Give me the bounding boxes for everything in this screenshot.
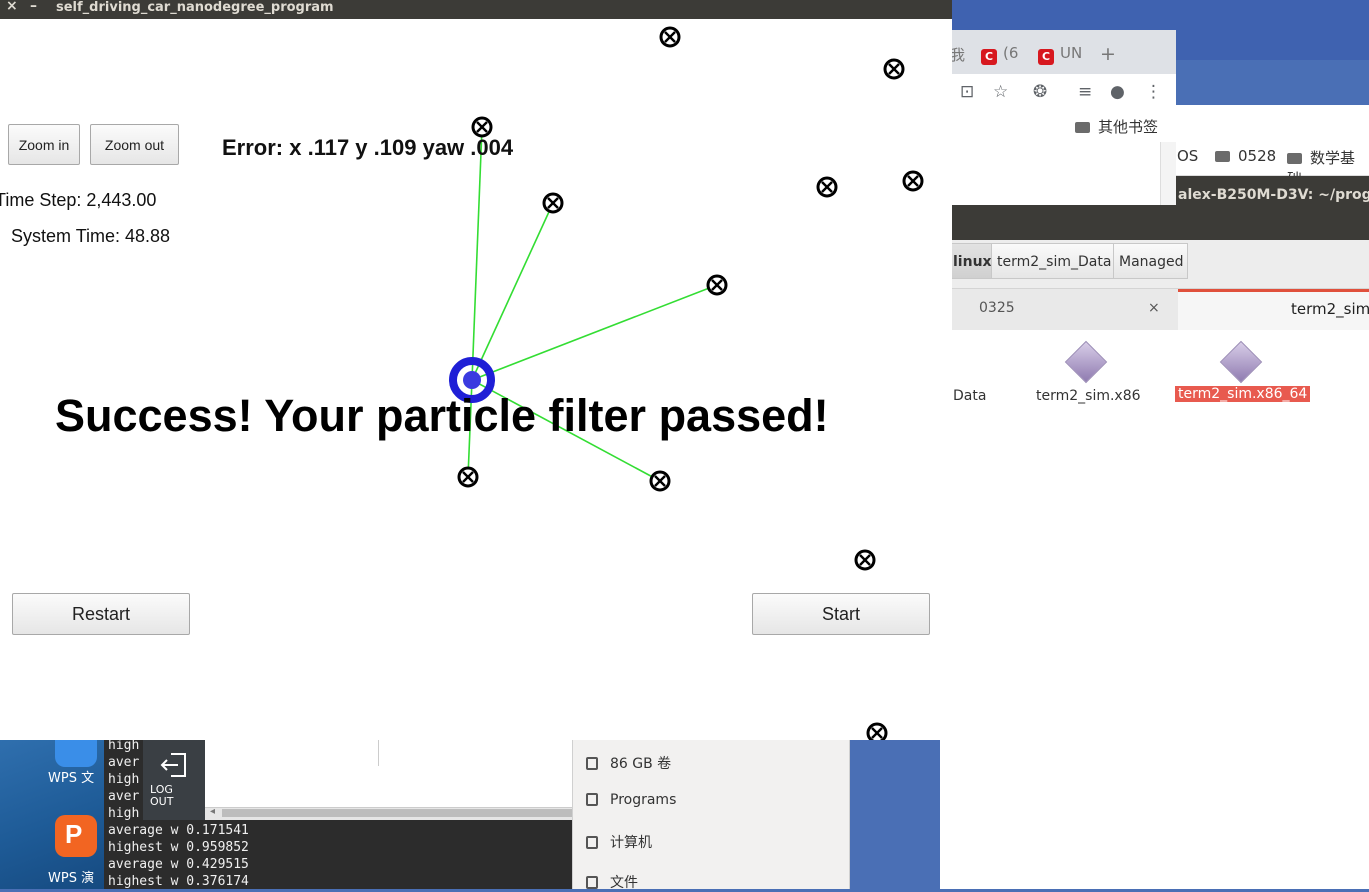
restart-button[interactable]: Restart xyxy=(12,593,190,635)
file-item-term2-sim-x86[interactable]: term2_sim.x86 xyxy=(1036,388,1141,404)
landmark-marker xyxy=(854,549,876,571)
disk-icon xyxy=(586,836,598,849)
time-step-readout: Time Step: 2,443.00 xyxy=(0,190,157,210)
file-item-data[interactable]: Data xyxy=(953,388,986,404)
folder-icon xyxy=(1075,122,1090,133)
disk-icon xyxy=(586,793,598,806)
system-time-readout: System Time: 48.88 xyxy=(11,226,171,246)
landmark-marker xyxy=(866,722,888,740)
translate-icon[interactable]: ⊡ xyxy=(960,82,974,102)
tab-0325[interactable]: 0325 xyxy=(979,300,1015,316)
chrome-scrollbar[interactable] xyxy=(1160,142,1177,210)
chrome-tab-2[interactable]: C (6 xyxy=(981,44,1018,70)
terminal-line: high xyxy=(108,806,140,821)
path-button-managed[interactable]: Managed xyxy=(1113,243,1188,279)
browser2-toolbar xyxy=(1176,105,1369,137)
bookmark-other[interactable]: 其他书签 xyxy=(1075,116,1158,137)
path-button-term2-sim-data[interactable]: term2_sim_Data xyxy=(991,243,1114,279)
disk-icon xyxy=(586,757,598,770)
wps-presentation-icon[interactable]: P xyxy=(55,815,97,857)
zoom-out-button[interactable]: Zoom out xyxy=(90,124,179,165)
landmark-marker xyxy=(542,192,564,214)
landmark-marker xyxy=(471,116,493,138)
folder-icon xyxy=(1215,151,1230,162)
terminal-line: highest w 0.376174 xyxy=(108,874,249,889)
file-item-term2-sim-x86-64[interactable]: term2_sim.x86_64 xyxy=(1175,386,1311,402)
zoom-in-button[interactable]: Zoom in xyxy=(8,124,80,165)
file-view xyxy=(940,330,1369,889)
success-message: Success! Your particle filter passed! xyxy=(55,390,829,441)
terminal-line: aver xyxy=(108,789,140,804)
chrome-page-content xyxy=(940,142,1176,210)
star-icon[interactable]: ☆ xyxy=(993,82,1008,102)
landmark-marker xyxy=(659,26,681,48)
extension-icon[interactable]: ❂ xyxy=(1033,82,1047,102)
tab-term2-sim-label: term2_sim_ xyxy=(1291,300,1369,318)
bookmark-os[interactable]: OS xyxy=(1177,147,1198,165)
scroll-left-icon[interactable]: ◂ xyxy=(210,806,215,817)
landmark-marker xyxy=(816,176,838,198)
terminal-line: average w 0.429515 xyxy=(108,857,249,872)
divider xyxy=(378,740,379,766)
csdn-icon: C xyxy=(981,49,997,65)
wps-writer-label: WPS 文 xyxy=(48,771,95,786)
scrollbar-thumb[interactable] xyxy=(222,809,572,817)
chrome-toolbar xyxy=(940,74,1176,110)
place-files[interactable]: 文件 xyxy=(586,872,638,892)
terminal-line: average w 0.171541 xyxy=(108,823,249,838)
menu-icon[interactable]: ⋮ xyxy=(1145,82,1162,102)
error-readout: Error: x .117 y .109 yaw .004 xyxy=(222,135,514,160)
terminal-line: high xyxy=(108,772,140,787)
observation-line xyxy=(471,126,483,381)
disk-icon xyxy=(586,876,598,889)
reading-list-icon[interactable]: ≡ xyxy=(1078,82,1092,102)
chrome-tab-3[interactable]: C UN xyxy=(1038,44,1082,70)
logout-label: LOG OUT xyxy=(150,783,174,808)
place-computer[interactable]: 计算机 xyxy=(586,832,652,852)
landmark-marker xyxy=(883,58,905,80)
landmark-marker xyxy=(649,470,671,492)
terminal-line: aver xyxy=(108,755,140,770)
landmark-marker xyxy=(457,466,479,488)
bookmark-0528[interactable]: 0528 xyxy=(1215,147,1276,165)
landmark-marker xyxy=(902,170,924,192)
tab-close-icon[interactable]: × xyxy=(1148,300,1160,316)
start-button[interactable]: Start xyxy=(752,593,930,635)
place-programs[interactable]: Programs xyxy=(586,792,676,808)
folder-icon xyxy=(1287,153,1302,164)
terminal-line: highest w 0.959852 xyxy=(108,840,249,855)
new-tab-button[interactable]: + xyxy=(1100,43,1116,69)
csdn-icon: C xyxy=(1038,49,1054,65)
terminal-header xyxy=(940,205,1369,240)
terminal-line: high xyxy=(108,738,140,753)
chrome-tab-1[interactable]: 我 xyxy=(950,44,965,70)
wps-presentation-label: WPS 演 xyxy=(48,871,95,886)
place-86gb-volume[interactable]: 86 GB 卷 xyxy=(586,753,671,773)
landmark-marker xyxy=(706,274,728,296)
logout-icon xyxy=(160,753,186,777)
profile-icon[interactable]: ● xyxy=(1110,82,1125,102)
